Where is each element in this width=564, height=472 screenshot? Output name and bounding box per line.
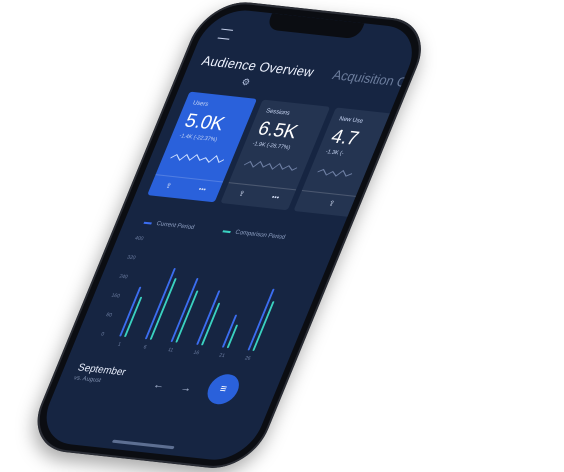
metric-change: -1.3K (- <box>324 149 345 157</box>
bar-chart: 4003202401608001 6 11 16 21 26 <box>100 235 275 362</box>
share-icon[interactable]: ⇪ <box>293 191 369 218</box>
legend-swatch-current <box>143 221 152 225</box>
x-tick-label: 6 <box>142 344 147 350</box>
bar-current[interactable] <box>247 288 275 351</box>
y-tick-label: 400 <box>134 235 145 242</box>
gear-icon[interactable]: ⚙ <box>240 77 252 89</box>
metric-cards: Users 5.0K -1.4K (-22.37%) ⇪ ••• Session… <box>147 91 404 219</box>
x-tick-label: 11 <box>167 347 175 353</box>
bar-comparison[interactable] <box>252 301 275 351</box>
filter-button[interactable]: ≡ <box>202 372 244 406</box>
legend-current: Current Period <box>143 220 196 232</box>
metric-value: 4.7 <box>327 126 362 150</box>
y-tick-label: 80 <box>105 312 113 318</box>
bar-current[interactable] <box>119 286 142 337</box>
card-actions: ⇪ ••• <box>147 174 224 203</box>
legend-swatch-comparison <box>222 230 231 234</box>
bar-comparison[interactable] <box>149 278 177 340</box>
y-tick-label: 320 <box>126 255 137 262</box>
filter-icon: ≡ <box>217 382 229 396</box>
arrow-left-icon[interactable]: ← <box>151 379 166 392</box>
legend-label-current: Current Period <box>155 221 196 232</box>
bar-comparison[interactable] <box>175 290 199 343</box>
y-tick-label: 240 <box>118 274 129 281</box>
sparkline <box>170 153 225 163</box>
more-icon[interactable]: ••• <box>254 187 296 211</box>
sparkline <box>243 160 298 171</box>
tab-acquisition-overview[interactable]: Acquisition O <box>330 67 410 90</box>
bar-current[interactable] <box>145 268 176 340</box>
tab-audience-overview[interactable]: Audience Overview <box>199 53 316 80</box>
bar-current[interactable] <box>196 290 221 345</box>
phone-device: Audience Overview Acquisition O ⚙ Users … <box>23 0 436 472</box>
menu-icon[interactable] <box>217 28 234 40</box>
bar-current[interactable] <box>170 278 199 343</box>
legend-label-comparison: Comparison Period <box>234 229 286 241</box>
metric-value: 6.5K <box>254 118 301 144</box>
tab-bar: Audience Overview Acquisition O <box>199 52 411 92</box>
period-nav: ← → <box>151 379 207 396</box>
notch <box>265 13 365 40</box>
x-tick-label: 1 <box>117 342 122 348</box>
home-indicator <box>111 439 175 450</box>
x-tick-label: 21 <box>218 353 226 359</box>
sparkline <box>317 168 353 177</box>
y-tick-label: 160 <box>110 293 121 300</box>
period-selector[interactable]: September vs. August <box>73 362 128 386</box>
metric-label: Sessions <box>264 108 291 117</box>
bar-comparison[interactable] <box>226 324 238 349</box>
metric-label: Users <box>191 100 210 108</box>
x-tick-label: 26 <box>244 355 252 361</box>
metric-value: 5.0K <box>181 110 228 136</box>
card-actions: ⇪ <box>293 190 370 219</box>
y-tick-label: 0 <box>100 332 105 338</box>
metric-label: New Use <box>337 116 364 125</box>
arrow-right-icon[interactable]: → <box>178 382 193 395</box>
more-icon[interactable]: ••• <box>181 179 223 203</box>
app-screen: Audience Overview Acquisition O ⚙ Users … <box>34 6 425 464</box>
x-tick-label: 16 <box>192 350 200 356</box>
card-actions: ⇪ ••• <box>220 182 297 211</box>
